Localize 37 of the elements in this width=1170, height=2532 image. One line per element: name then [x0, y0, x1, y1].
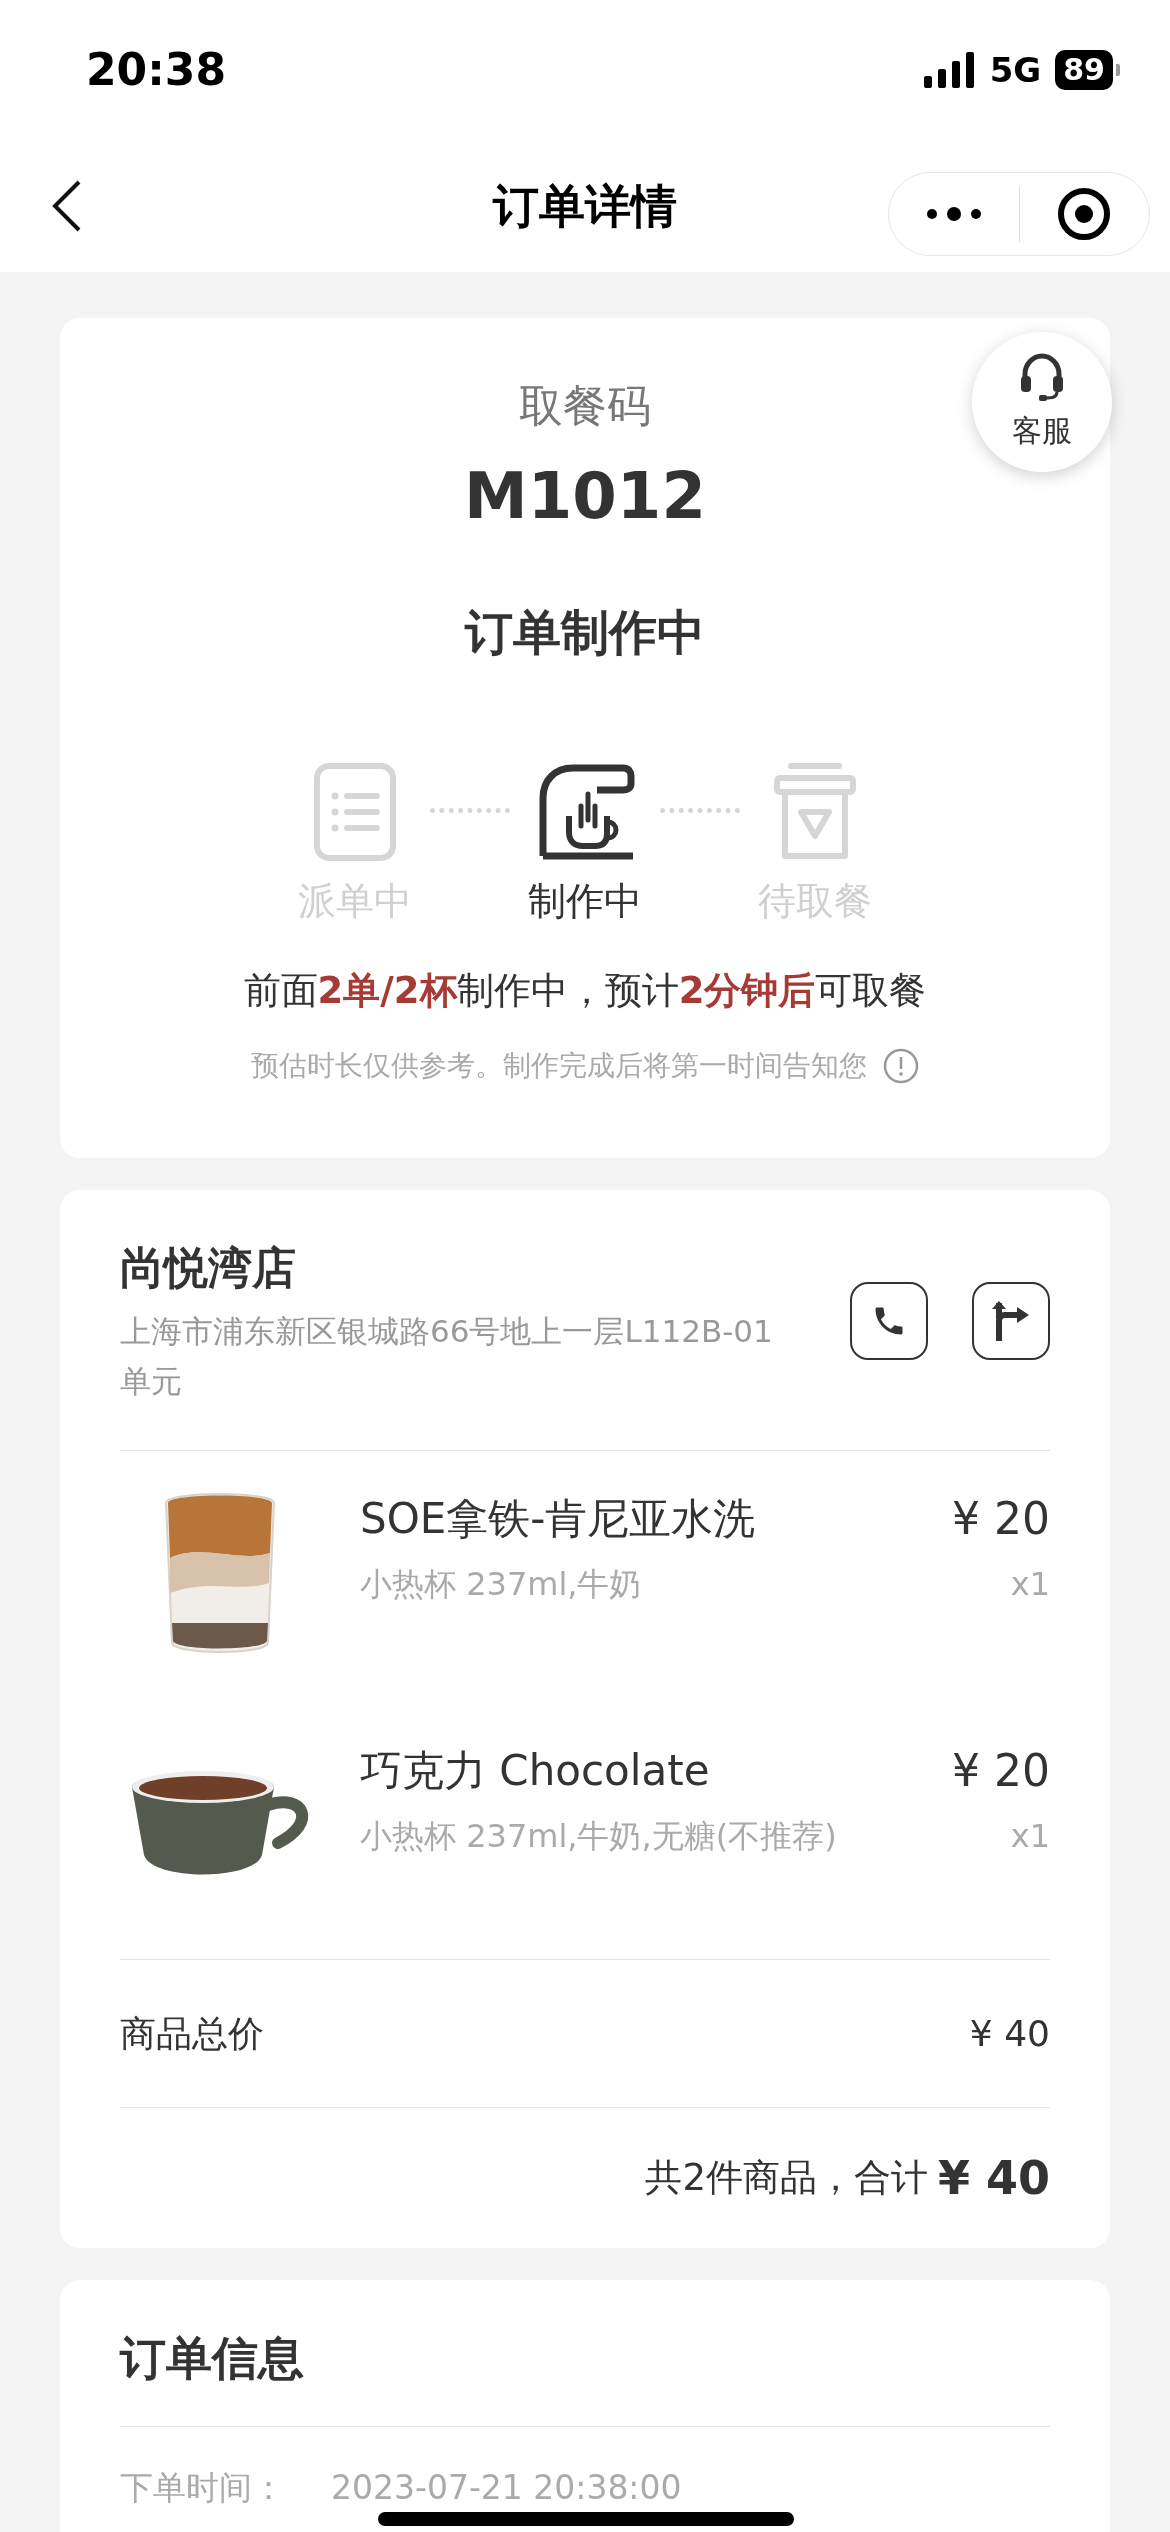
customer-service-button[interactable]: 客服: [972, 332, 1112, 472]
subtotal-value: ¥ 40: [969, 2011, 1050, 2056]
order-status: 订单制作中: [465, 603, 705, 662]
summary-total: ¥ 40: [937, 2149, 1050, 2207]
battery-level: 89: [1055, 50, 1113, 90]
product-quantity: x1: [1010, 1564, 1050, 1605]
pickup-code-label: 取餐码: [519, 379, 651, 433]
step-label: 制作中: [528, 878, 642, 925]
store-name: 尚悦湾店: [120, 1241, 297, 1295]
battery-cap-icon: [1116, 64, 1120, 76]
subtotal-label: 商品总价: [120, 2011, 264, 2056]
product-options: 小热杯 237ml,牛奶,无糖(不推荐): [360, 1813, 837, 1859]
list-icon: [313, 762, 397, 862]
product-price: ¥ 20: [952, 1492, 1050, 1546]
info-icon: [883, 1048, 919, 1084]
info-label: 下单时间：: [120, 2467, 285, 2509]
phone-button[interactable]: [850, 1282, 928, 1360]
wait-message: 前面2单/2杯制作中，预计2分钟后可取餐: [243, 968, 927, 1014]
info-value: 2023-07-21 20:38:00: [331, 2467, 682, 2509]
product-options: 小热杯 237ml,牛奶: [360, 1561, 642, 1607]
network-label: 5G: [989, 48, 1042, 92]
section-title: 订单信息: [120, 2331, 304, 2385]
product-quantity: x1: [1010, 1816, 1050, 1857]
cup-icon: [773, 762, 857, 862]
page-title: 订单详情: [493, 177, 677, 235]
status-time: 20:38: [86, 43, 227, 97]
summary-text: 共2件商品，合计: [645, 2155, 928, 2202]
product-price: ¥ 20: [952, 1744, 1050, 1798]
target-icon: [1057, 187, 1112, 241]
signal-icon: [923, 52, 976, 88]
directions-button[interactable]: [972, 1282, 1050, 1360]
store-address: 上海市浦东新区银城路66号地上一层L112B-01单元: [120, 1312, 774, 1401]
product-name: 巧克力 Chocolate: [360, 1745, 710, 1797]
more-icon: [925, 206, 982, 222]
estimate-note: 预估时长仅供参考。制作完成后将第一时间告知您: [251, 1048, 867, 1084]
pickup-code: M1012: [464, 458, 706, 535]
product-name: SOE拿铁-肯尼亚水洗: [360, 1493, 756, 1545]
